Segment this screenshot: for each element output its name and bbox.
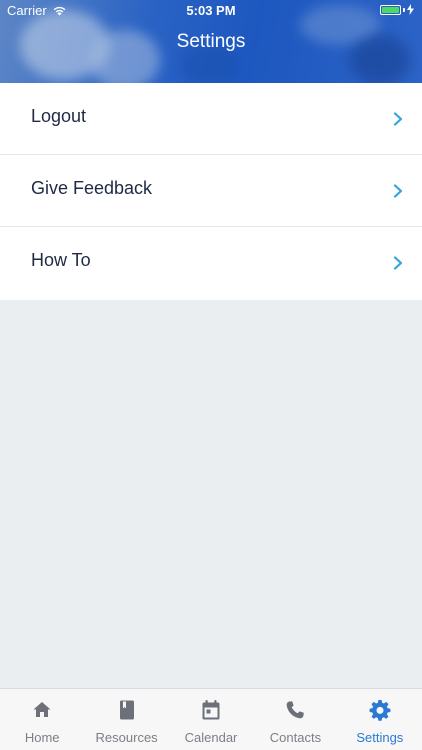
settings-item-how-to[interactable]: How To xyxy=(0,227,422,300)
chevron-right-icon xyxy=(393,256,403,270)
tab-contacts[interactable]: Contacts xyxy=(253,689,337,750)
book-icon xyxy=(119,700,134,720)
battery-level xyxy=(382,6,399,13)
tab-label: Resources xyxy=(95,730,158,745)
status-time: 5:03 PM xyxy=(186,3,236,18)
settings-item-give-feedback[interactable]: Give Feedback xyxy=(0,155,422,227)
status-bar: Carrier 5:03 PM xyxy=(0,0,422,22)
tab-label: Settings xyxy=(356,730,404,745)
battery-icon xyxy=(380,4,401,15)
battery-indicator xyxy=(380,4,414,15)
tab-label: Contacts xyxy=(269,730,322,745)
tab-label: Calendar xyxy=(184,730,238,745)
settings-screen: Carrier 5:03 PM Settings Logout Give Fee… xyxy=(0,0,422,750)
settings-item-label: Logout xyxy=(31,106,87,126)
page-title: Settings xyxy=(176,31,246,52)
tab-resources[interactable]: Resources xyxy=(84,689,168,750)
settings-list: Logout Give Feedback How To xyxy=(0,83,422,300)
header: Carrier 5:03 PM Settings xyxy=(0,0,422,83)
settings-item-logout[interactable]: Logout xyxy=(0,83,422,155)
calendar-icon xyxy=(202,700,220,720)
battery-tip xyxy=(403,7,405,12)
chevron-right-icon xyxy=(393,184,403,198)
tab-settings[interactable]: Settings xyxy=(338,689,422,750)
tab-calendar[interactable]: Calendar xyxy=(169,689,253,750)
tab-label: Home xyxy=(24,730,60,745)
tab-bar: Home Resources Calendar Contacts Setting… xyxy=(0,688,422,750)
settings-item-label: Give Feedback xyxy=(31,178,153,198)
gear-icon xyxy=(369,700,391,721)
tab-home[interactable]: Home xyxy=(0,689,84,750)
settings-item-label: How To xyxy=(31,250,91,270)
charging-bolt-icon xyxy=(407,4,414,15)
phone-icon xyxy=(287,701,305,719)
chevron-right-icon xyxy=(393,112,403,126)
home-icon xyxy=(33,702,51,717)
